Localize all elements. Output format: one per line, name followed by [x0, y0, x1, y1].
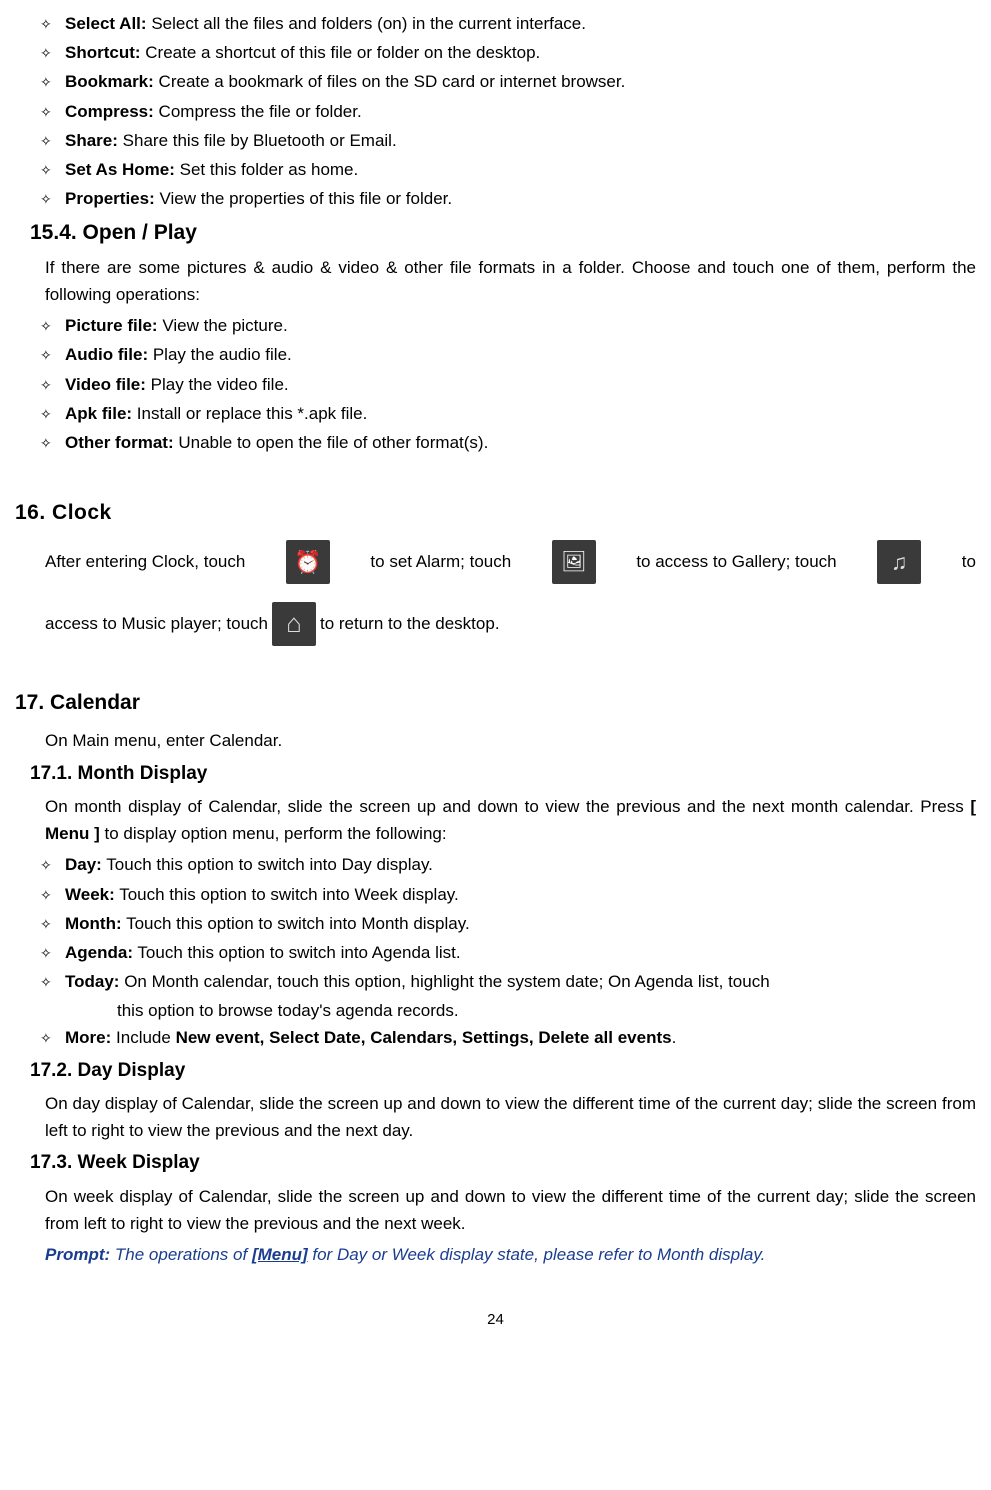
term: Picture file: [65, 316, 158, 335]
desc: Touch this option to switch into Week di… [119, 885, 459, 904]
desc: Play the video file. [151, 375, 289, 394]
term: Other format: [65, 433, 174, 452]
text: for Day or Week display state, please re… [308, 1245, 766, 1264]
term: Video file: [65, 375, 146, 394]
list-item: Properties: View the properties of this … [65, 185, 976, 212]
heading-15-4: 15.4. Open / Play [15, 216, 976, 250]
term: Properties: [65, 189, 155, 208]
list-item: More: Include New event, Select Date, Ca… [65, 1024, 976, 1051]
gallery-icon [552, 540, 596, 584]
desc: Play the audio file. [153, 345, 292, 364]
list-item: Shortcut: Create a shortcut of this file… [65, 39, 976, 66]
desc: Create a bookmark of files on the SD car… [159, 72, 626, 91]
term: Day: [65, 855, 102, 874]
home-icon [272, 602, 316, 646]
list-item: Compress: Compress the file or folder. [65, 98, 976, 125]
music-icon [877, 540, 921, 584]
desc: Share this file by Bluetooth or Email. [123, 131, 397, 150]
desc: Set this folder as home. [180, 160, 359, 179]
term: Share: [65, 131, 118, 150]
text: to access to Gallery; touch [636, 548, 836, 575]
list-item: Set As Home: Set this folder as home. [65, 156, 976, 183]
desc: Create a shortcut of this file or folder… [145, 43, 540, 62]
page-number: 24 [15, 1308, 976, 1332]
term: Audio file: [65, 345, 148, 364]
heading-17-3: 17.3. Week Display [15, 1148, 976, 1178]
list-item: Picture file: View the picture. [65, 312, 976, 339]
text: to [962, 548, 976, 575]
list-item: Audio file: Play the audio file. [65, 341, 976, 368]
file-operations-list: Select All: Select all the files and fol… [15, 10, 976, 212]
desc: Install or replace this *.apk file. [137, 404, 368, 423]
desc: View the picture. [162, 316, 287, 335]
body-17-2: On day display of Calendar, slide the sc… [15, 1090, 976, 1144]
list-item: Day: Touch this option to switch into Da… [65, 851, 976, 878]
term: Today: [65, 972, 119, 991]
intro-17: On Main menu, enter Calendar. [15, 727, 976, 754]
desc: Touch this option to switch into Agenda … [137, 943, 460, 962]
text: The operations of [110, 1245, 252, 1264]
term: More: [65, 1028, 111, 1047]
heading-17-2: 17.2. Day Display [15, 1056, 976, 1086]
text: to set Alarm; touch [370, 548, 511, 575]
intro-15-4: If there are some pictures & audio & vid… [15, 254, 976, 308]
list-item-continuation: this option to browse today's agenda rec… [65, 997, 976, 1024]
term: Month: [65, 914, 122, 933]
desc: Compress the file or folder. [159, 102, 362, 121]
more-bold: New event, Select Date, Calendars, Setti… [176, 1028, 672, 1047]
list-item: Video file: Play the video file. [65, 371, 976, 398]
open-play-list: Picture file: View the picture. Audio fi… [15, 312, 976, 456]
prompt-label: Prompt: [45, 1245, 110, 1264]
list-item: Other format: Unable to open the file of… [65, 429, 976, 456]
desc: View the properties of this file or fold… [159, 189, 452, 208]
alarm-icon [286, 540, 330, 584]
heading-16: 16. Clock [15, 496, 976, 530]
heading-17: 17. Calendar [15, 686, 976, 720]
list-item: Week: Touch this option to switch into W… [65, 881, 976, 908]
term: Compress: [65, 102, 154, 121]
term: Shortcut: [65, 43, 141, 62]
intro-17-1: On month display of Calendar, slide the … [15, 793, 976, 847]
menu-underline: [Menu] [252, 1245, 308, 1264]
desc: On Month calendar, touch this option, hi… [124, 972, 769, 991]
list-item: Bookmark: Create a bookmark of files on … [65, 68, 976, 95]
list-item: Today: On Month calendar, touch this opt… [65, 968, 976, 995]
month-display-list: Day: Touch this option to switch into Da… [15, 851, 976, 1051]
desc: Include [116, 1028, 176, 1047]
term: Week: [65, 885, 115, 904]
term: Apk file: [65, 404, 132, 423]
list-item: Select All: Select all the files and fol… [65, 10, 976, 37]
text: access to Music player; touch [45, 610, 268, 637]
term: Agenda: [65, 943, 133, 962]
text: After entering Clock, touch [45, 548, 245, 575]
body-17-3: On week display of Calendar, slide the s… [15, 1183, 976, 1237]
term: Select All: [65, 14, 147, 33]
desc: Unable to open the file of other format(… [178, 433, 488, 452]
text: to return to the desktop. [320, 610, 500, 637]
desc: Select all the files and folders (on) in… [151, 14, 586, 33]
clock-paragraph-line1: After entering Clock, touch to set Alarm… [15, 540, 976, 584]
heading-17-1: 17.1. Month Display [15, 759, 976, 789]
list-item: Month: Touch this option to switch into … [65, 910, 976, 937]
prompt-note: Prompt: The operations of [Menu] for Day… [15, 1241, 976, 1268]
text: On month display of Calendar, slide the … [45, 797, 970, 816]
desc: Touch this option to switch into Month d… [126, 914, 470, 933]
desc: Touch this option to switch into Day dis… [106, 855, 433, 874]
term: Bookmark: [65, 72, 154, 91]
list-item: Share: Share this file by Bluetooth or E… [65, 127, 976, 154]
term: Set As Home: [65, 160, 175, 179]
text: . [672, 1028, 677, 1047]
clock-paragraph-line2: access to Music player; touch to return … [15, 602, 976, 646]
text: to display option menu, perform the foll… [100, 824, 447, 843]
list-item: Agenda: Touch this option to switch into… [65, 939, 976, 966]
list-item: Apk file: Install or replace this *.apk … [65, 400, 976, 427]
